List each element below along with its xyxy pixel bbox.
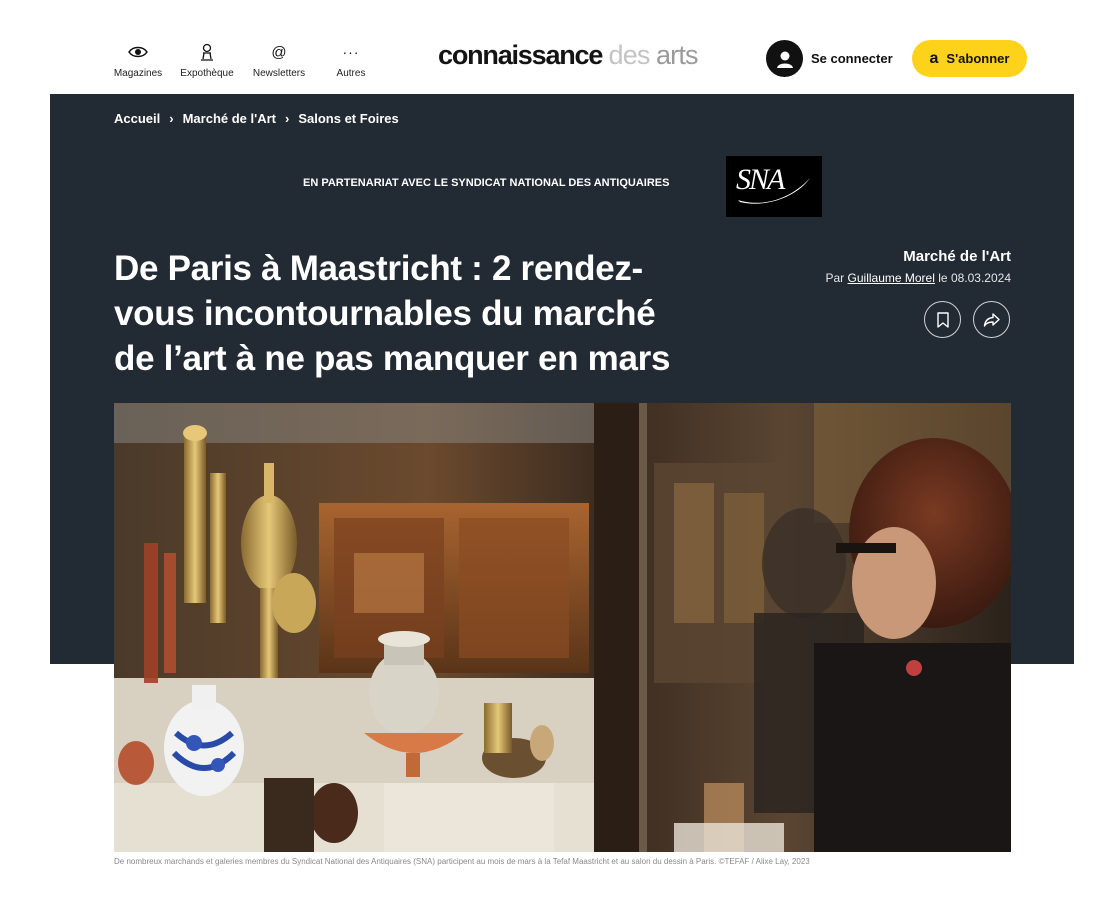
site-header: Magazines Expothèque @ Newsletters ··· A… xyxy=(0,0,1106,93)
subscribe-label: S'abonner xyxy=(946,51,1010,66)
breadcrumb-salons-foires[interactable]: Salons et Foires xyxy=(298,111,398,126)
partner-text: EN PARTENARIAT AVEC LE SYNDICAT NATIONAL… xyxy=(303,177,670,189)
nav-expotheque-label: Expothèque xyxy=(180,68,234,79)
article-date: 08.03.2024 xyxy=(950,271,1011,285)
more-icon: ··· xyxy=(342,44,360,60)
author-link[interactable]: Guillaume Morel xyxy=(848,271,935,285)
nav-newsletters[interactable]: @ Newsletters xyxy=(244,42,314,80)
nav-magazines-label: Magazines xyxy=(113,68,163,79)
site-logo[interactable]: connaissance des arts xyxy=(438,40,699,71)
subscribe-button[interactable]: a S'abonner xyxy=(912,40,1027,77)
at-icon: @ xyxy=(271,43,287,61)
top-nav: Magazines Expothèque @ Newsletters ··· A… xyxy=(108,42,386,80)
chevron-right-icon: › xyxy=(169,111,174,126)
article-actions xyxy=(924,301,1010,338)
subscribe-icon: a xyxy=(929,49,939,67)
sna-logo[interactable]: SNA xyxy=(726,156,822,217)
share-icon xyxy=(983,312,1000,327)
date-prefix: le xyxy=(938,271,948,285)
nav-autres-label: Autres xyxy=(336,68,366,79)
login-button[interactable]: Se connecter xyxy=(766,40,893,77)
bookmark-icon xyxy=(936,311,949,328)
nav-autres[interactable]: ··· Autres xyxy=(316,42,386,79)
chevron-right-icon: › xyxy=(285,111,290,126)
byline-prefix: Par xyxy=(825,271,845,285)
share-button[interactable] xyxy=(973,301,1010,338)
museum-icon xyxy=(199,42,215,62)
article-hero-image xyxy=(114,403,1011,852)
breadcrumb-accueil[interactable]: Accueil xyxy=(114,111,160,126)
user-icon xyxy=(766,40,803,77)
article-category[interactable]: Marché de l'Art xyxy=(826,248,1011,265)
nav-expotheque[interactable]: Expothèque xyxy=(172,42,242,79)
breadcrumb-marche-art[interactable]: Marché de l'Art xyxy=(183,111,276,126)
nav-newsletters-label: Newsletters xyxy=(252,68,306,79)
breadcrumb: Accueil › Marché de l'Art › Salons et Fo… xyxy=(114,111,399,126)
logo-part-arts: arts xyxy=(655,40,699,70)
article-meta: Marché de l'Art Par Guillaume Morel le 0… xyxy=(826,248,1012,285)
logo-part-connaissance: connaissance xyxy=(438,40,603,70)
login-label: Se connecter xyxy=(811,51,893,66)
logo-part-des: des xyxy=(608,40,651,70)
nav-magazines[interactable]: Magazines xyxy=(108,42,168,79)
article-title: De Paris à Maastricht : 2 rendez-vous in… xyxy=(114,249,671,378)
article-byline: Par Guillaume Morel le 08.03.2024 xyxy=(826,271,1012,285)
sna-logo-text: SNA xyxy=(736,163,786,196)
eye-icon xyxy=(128,42,148,62)
bookmark-button[interactable] xyxy=(924,301,961,338)
image-caption: De nombreux marchands et galeries membre… xyxy=(114,857,810,866)
